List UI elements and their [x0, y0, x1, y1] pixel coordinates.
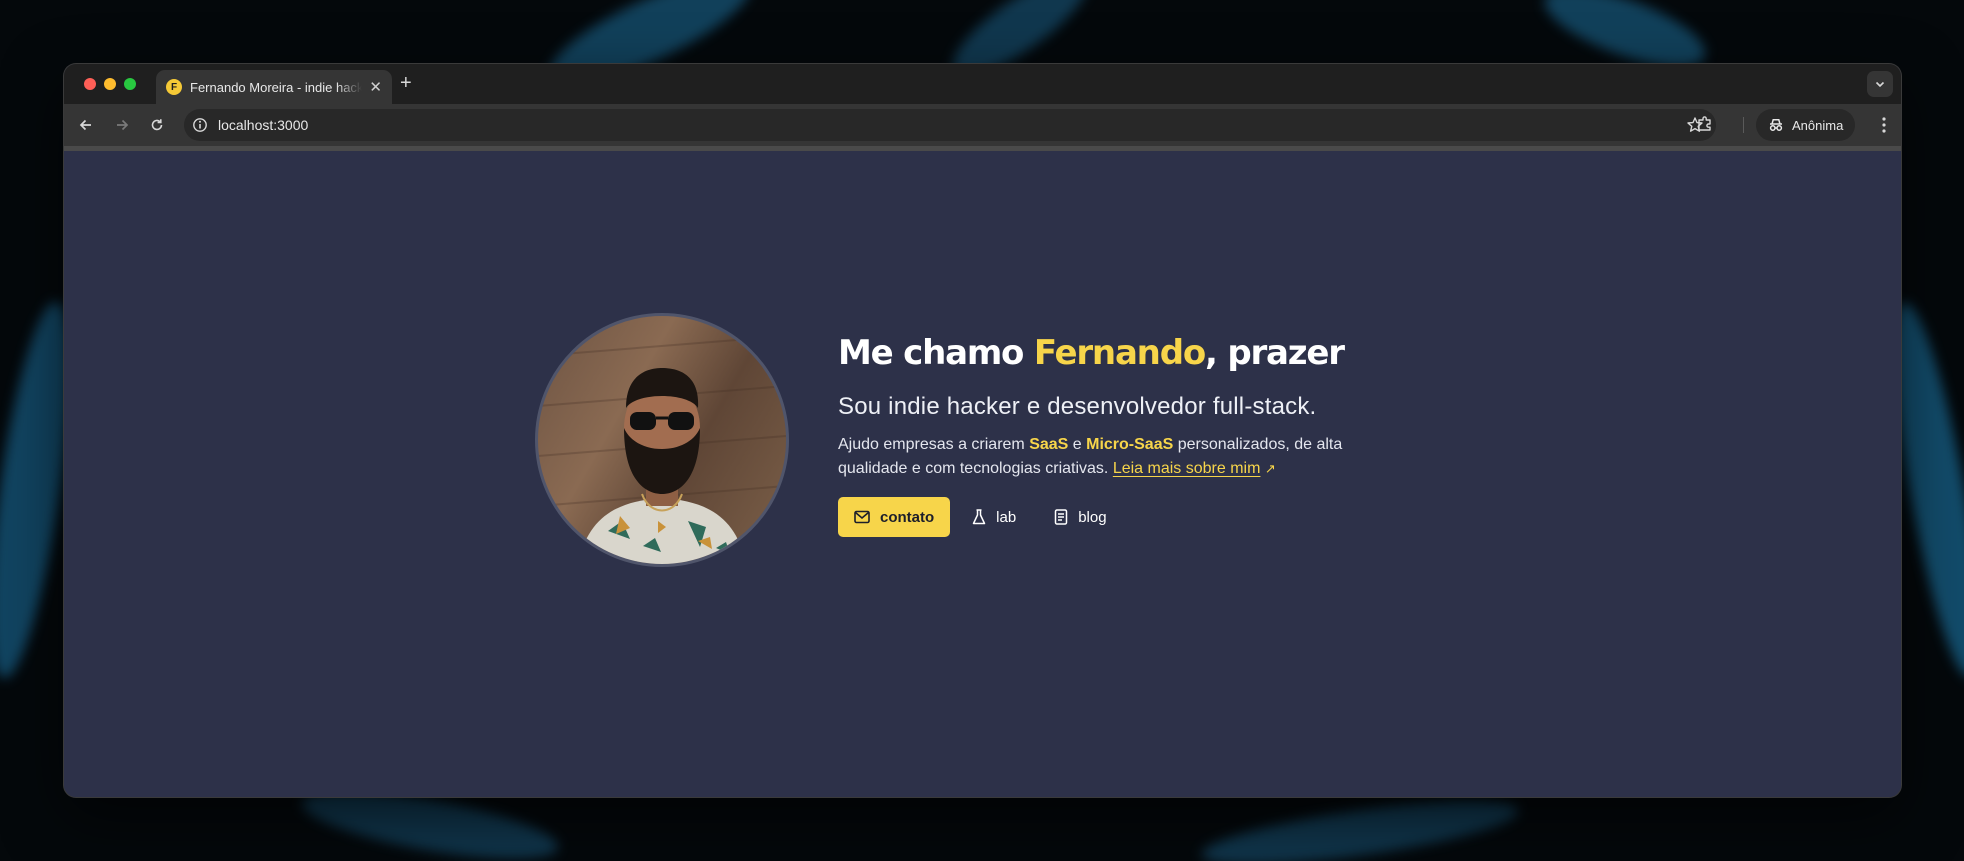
kebab-icon[interactable]	[1881, 116, 1887, 139]
lab-label: lab	[996, 508, 1017, 526]
address-bar[interactable]: localhost:3000	[184, 109, 1716, 141]
close-icon[interactable]: ✕	[369, 80, 382, 95]
profile-label: Anônima	[1792, 117, 1844, 133]
incognito-icon	[1768, 117, 1784, 133]
browser-toolbar: localhost:3000 Anônima	[64, 104, 1901, 146]
desc-text-2: e	[1068, 436, 1087, 453]
minimize-window-button[interactable]	[104, 78, 116, 90]
browser-window: F Fernando Moreira - indie hacker ✕ + lo…	[64, 64, 1901, 797]
info-icon[interactable]	[192, 117, 208, 133]
profile-button[interactable]: Anônima	[1756, 109, 1856, 141]
plus-icon[interactable]: +	[400, 72, 412, 95]
title-name: Fernando	[1033, 333, 1206, 373]
title-suffix: , prazer	[1204, 333, 1345, 373]
avatar	[535, 313, 789, 567]
toolbar-divider	[1743, 117, 1744, 133]
blog-button[interactable]: blog	[1038, 497, 1122, 537]
external-arrow-icon: ↗	[1264, 461, 1276, 476]
page-content: Me chamo Fernando, prazer Sou indie hack…	[64, 151, 1901, 797]
desc-text-1: Ajudo empresas a criarem	[838, 436, 1030, 453]
hero-section: Me chamo Fernando, prazer Sou indie hack…	[838, 333, 1398, 537]
lab-button[interactable]: lab	[956, 497, 1032, 537]
url-text[interactable]: localhost:3000	[218, 117, 308, 133]
extension-icon[interactable]	[1696, 115, 1714, 138]
active-tab[interactable]: F Fernando Moreira - indie hacker ✕	[156, 70, 392, 104]
tab-strip: F Fernando Moreira - indie hacker ✕ +	[64, 64, 1901, 104]
window-controls	[84, 78, 136, 90]
read-more-link[interactable]: Leia mais sobre mim	[1113, 460, 1261, 477]
maximize-window-button[interactable]	[124, 78, 136, 90]
contact-button[interactable]: contato	[838, 497, 951, 537]
desc-saas: SaaS	[1029, 436, 1069, 453]
chevron-down-icon[interactable]	[1867, 71, 1893, 97]
back-icon[interactable]	[76, 115, 96, 135]
page-title: Me chamo Fernando, prazer	[838, 333, 1398, 373]
forward-icon[interactable]	[112, 115, 132, 135]
document-icon	[1054, 509, 1068, 525]
close-window-button[interactable]	[84, 78, 96, 90]
desc-microsaas: Micro-SaaS	[1086, 436, 1174, 453]
blog-label: blog	[1078, 508, 1107, 526]
mail-icon	[854, 510, 870, 524]
reload-icon[interactable]	[147, 115, 167, 135]
tab-title: Fernando Moreira - indie hacker	[190, 79, 362, 95]
title-prefix: Me chamo	[838, 333, 1034, 373]
subtitle: Sou indie hacker e desenvolvedor full-st…	[838, 393, 1317, 420]
favicon-icon: F	[166, 79, 182, 95]
flask-icon	[972, 509, 986, 525]
contact-label: contato	[880, 508, 935, 526]
action-buttons: contato lab blog	[838, 497, 1398, 537]
description: Ajudo empresas a criarem SaaS e Micro-Sa…	[838, 433, 1398, 481]
